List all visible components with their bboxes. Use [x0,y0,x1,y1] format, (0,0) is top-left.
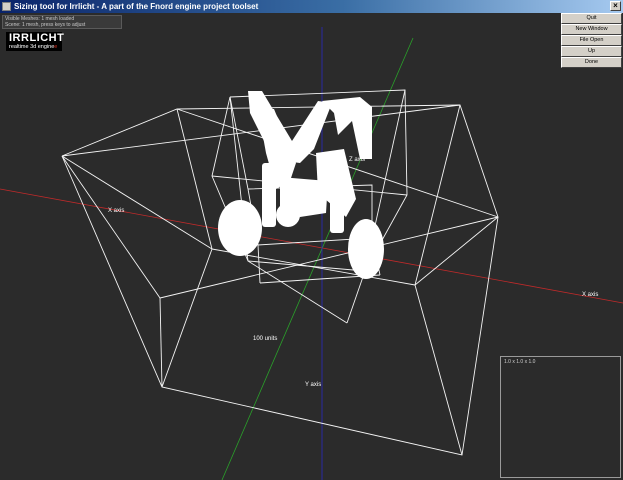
axis-label-x-right: X axis [582,292,598,298]
info-box: Visible Meshes: 1 mesh loaded Scene: 1 m… [2,15,122,29]
title-bar[interactable]: Sizing tool for Irrlicht - A part of the… [0,0,623,13]
units-label: 100 units [253,336,277,342]
axis-label-y: Y axis [305,382,321,388]
file-open-button[interactable]: File Open [561,35,622,46]
logo-sub-caption: realtime 3d engine [9,44,55,50]
app-icon [2,2,11,11]
info-line-2: Scene: 1 mesh, press keys to adjust [5,22,86,28]
close-button[interactable]: × [610,1,621,11]
logo-sub-accent: e [54,44,58,50]
logo-main-text: IRRLICHT [9,32,65,44]
button-panel: Quit New Window File Open Up Done [560,13,623,68]
axis-label-x-left: X axis [108,208,124,214]
quit-button[interactable]: Quit [561,13,622,24]
3d-viewport[interactable]: X axis X axis Z axis Y axis 100 units Vi… [0,13,623,480]
new-window-button[interactable]: New Window [561,24,622,35]
side-panel-label: 1.0 x 1.0 x 1.0 [504,359,536,365]
up-button[interactable]: Up [561,46,622,57]
window-title: Sizing tool for Irrlicht - A part of the… [14,2,259,11]
side-panel[interactable]: 1.0 x 1.0 x 1.0 [500,356,621,478]
axis-label-z: Z axis [349,157,365,163]
done-button[interactable]: Done [561,57,622,68]
irrlicht-logo: IRRLICHT realtime 3d enginee [6,32,65,51]
logo-sub-text: realtime 3d enginee [9,44,57,50]
app-window: Sizing tool for Irrlicht - A part of the… [0,0,623,480]
